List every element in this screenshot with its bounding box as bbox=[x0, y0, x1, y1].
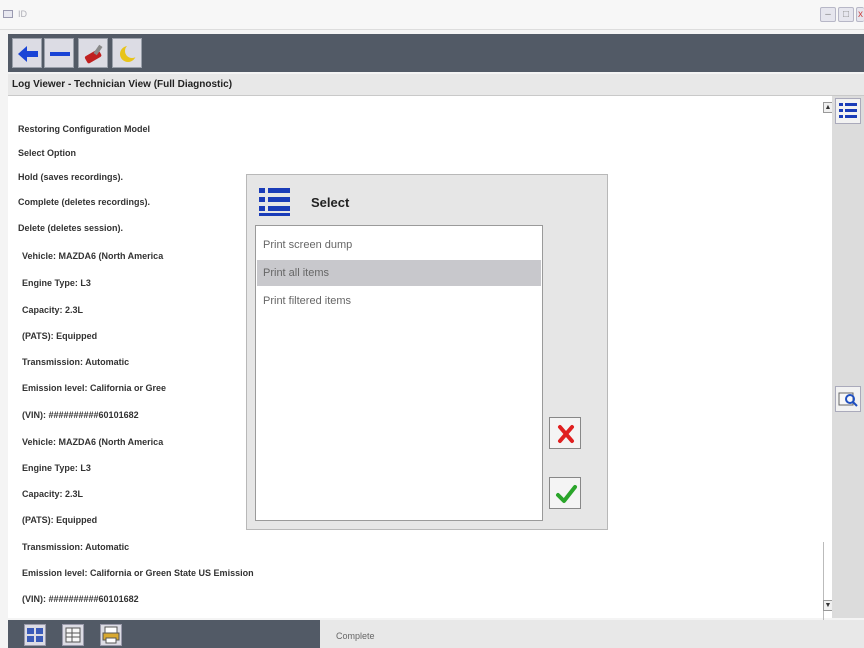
night-mode-button[interactable] bbox=[112, 38, 142, 68]
grid-icon bbox=[27, 628, 43, 642]
red-x-icon bbox=[558, 425, 574, 443]
close-button[interactable]: x bbox=[856, 7, 864, 22]
window-title: ID bbox=[18, 9, 27, 19]
log-line: Transmission: Automatic bbox=[22, 542, 130, 552]
log-line: Vehicle: MAZDA6 (North America bbox=[22, 437, 164, 447]
log-line: Capacity: 2.3L bbox=[22, 489, 84, 499]
log-line: Capacity: 2.3L bbox=[22, 305, 84, 315]
minus-button[interactable] bbox=[44, 38, 74, 68]
table-icon bbox=[65, 627, 81, 643]
log-line: (VIN): ##########60101682 bbox=[22, 410, 139, 420]
log-line: Engine Type: L3 bbox=[22, 463, 91, 473]
print-button[interactable] bbox=[100, 624, 122, 646]
log-line: (PATS): Equipped bbox=[22, 331, 98, 341]
option-print-filtered-items[interactable]: Print filtered items bbox=[257, 288, 541, 314]
log-line: Select Option bbox=[18, 148, 77, 158]
page-title: Log Viewer - Technician View (Full Diagn… bbox=[8, 74, 864, 96]
select-dialog: Select Print screen dump Print all items… bbox=[246, 174, 608, 530]
main-toolbar bbox=[8, 34, 864, 72]
log-line: Engine Type: L3 bbox=[22, 278, 91, 288]
minimize-button[interactable]: – bbox=[820, 7, 836, 22]
log-line: Emission level: California or Green Stat… bbox=[22, 568, 254, 578]
toolbox-button[interactable] bbox=[78, 38, 108, 68]
maximize-button[interactable]: □ bbox=[838, 7, 854, 22]
table-view-button[interactable] bbox=[62, 624, 84, 646]
log-line: Emission level: California or Gree bbox=[22, 383, 167, 393]
grid-view-button[interactable] bbox=[24, 624, 46, 646]
green-check-icon bbox=[556, 485, 577, 503]
log-line: Transmission: Automatic bbox=[22, 357, 130, 367]
app-icon bbox=[3, 10, 13, 18]
log-line: (PATS): Equipped bbox=[22, 515, 98, 525]
option-print-all-items[interactable]: Print all items bbox=[257, 260, 541, 286]
moon-icon bbox=[120, 44, 139, 62]
ok-button[interactable] bbox=[549, 477, 581, 509]
printer-icon bbox=[102, 626, 120, 644]
log-line: Restoring Configuration Model bbox=[18, 124, 150, 134]
log-line: Delete (deletes session). bbox=[18, 223, 124, 233]
wrench-icon bbox=[84, 44, 103, 64]
option-print-screen-dump[interactable]: Print screen dump bbox=[257, 232, 541, 258]
magnify-document-icon bbox=[838, 392, 858, 407]
application-window: ID – □ x Log Viewer - Technician View (F… bbox=[0, 0, 864, 648]
option-list: Print screen dump Print all items Print … bbox=[255, 225, 543, 521]
list-icon bbox=[839, 103, 857, 118]
right-toolbar bbox=[832, 96, 864, 618]
cancel-button[interactable] bbox=[549, 417, 581, 449]
dialog-title: Select bbox=[311, 195, 350, 210]
dash-icon bbox=[50, 52, 70, 56]
print-preview-button[interactable] bbox=[835, 386, 861, 412]
back-button[interactable] bbox=[12, 38, 42, 68]
status-text: Complete bbox=[320, 620, 864, 648]
log-line: Complete (deletes recordings). bbox=[18, 197, 151, 207]
log-line: (VIN): ##########60101682 bbox=[22, 594, 139, 604]
title-bar: ID – □ x bbox=[0, 0, 864, 30]
log-line: Vehicle: MAZDA6 (North America bbox=[22, 251, 164, 261]
list-view-button[interactable] bbox=[835, 98, 861, 124]
log-line: Hold (saves recordings). bbox=[18, 172, 124, 182]
list-icon bbox=[259, 188, 290, 216]
bottom-toolbar: Complete bbox=[8, 620, 864, 648]
back-arrow-icon bbox=[18, 46, 38, 62]
